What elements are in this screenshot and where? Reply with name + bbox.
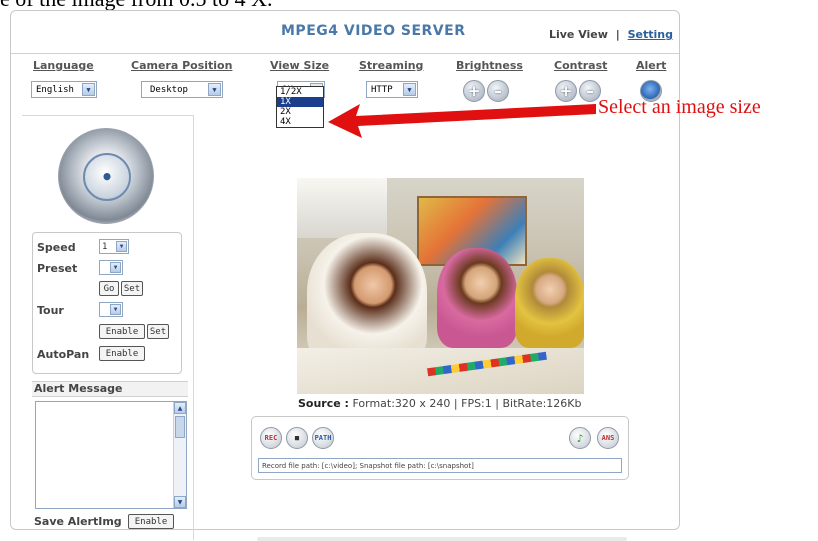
preset-go-button[interactable]: Go <box>99 281 119 296</box>
link-separator: | <box>615 28 620 41</box>
live-video-image <box>297 178 584 394</box>
video-child-right <box>515 258 584 348</box>
tour-select[interactable]: ▼ <box>99 302 123 317</box>
scroll-down-icon[interactable]: ▼ <box>174 496 186 508</box>
live-view-link[interactable]: Live View <box>549 28 608 41</box>
video-server-window: MPEG4 VIDEO SERVER Live View | Setting L… <box>10 10 680 541</box>
chevron-down-icon: ▼ <box>208 83 221 96</box>
app-title: MPEG4 VIDEO SERVER <box>281 23 466 39</box>
contrast-label: Contrast <box>554 59 608 72</box>
folder-path-icon: PATH <box>314 434 332 442</box>
audio-button[interactable]: ♪ <box>569 427 591 449</box>
save-alertimg-row: Save AlertImg <box>34 515 122 528</box>
left-control-panel: • Speed 1 ▼ Preset ▼ Go Set Tour ▼ Enabl… <box>22 115 194 540</box>
camera-position-select[interactable]: Desktop ▼ <box>141 81 223 98</box>
language-label: Language <box>33 59 94 72</box>
path-button[interactable]: PATH <box>312 427 334 449</box>
top-links: Live View | Setting <box>549 28 673 41</box>
tour-enable-button[interactable]: Enable <box>99 324 145 339</box>
language-select[interactable]: English ▼ <box>31 81 97 98</box>
record-button[interactable]: REC <box>260 427 282 449</box>
camera-position-label: Camera Position <box>131 59 233 72</box>
save-alertimg-enable-button[interactable]: Enable <box>128 514 174 529</box>
video-child-left <box>307 233 427 363</box>
ptz-center-icon[interactable]: • <box>83 153 131 201</box>
video-window-bg <box>297 178 387 238</box>
view-size-option-selected[interactable]: 1X <box>277 97 323 107</box>
tour-set-button[interactable]: Set <box>147 324 169 339</box>
stream-source-info: Source : Format:320 x 240 | FPS:1 | BitR… <box>298 397 582 410</box>
speed-label: Speed <box>37 241 76 254</box>
red-arrow-icon <box>328 104 596 138</box>
scroll-up-icon[interactable]: ▲ <box>174 402 186 414</box>
camera-position-value: Desktop <box>150 84 188 95</box>
tour-label: Tour <box>37 304 64 317</box>
annotation-text: Select an image size <box>598 96 761 118</box>
record-icon: REC <box>264 434 278 442</box>
chevron-down-icon: ▼ <box>116 241 127 252</box>
autopan-enable-button[interactable]: Enable <box>99 346 145 361</box>
source-text: Format:320 x 240 | FPS:1 | BitRate:126Kb <box>352 397 582 410</box>
record-toolbar: REC ■ PATH ♪ ANS Record file path: [c:\v… <box>251 416 629 480</box>
alert-scrollbar[interactable]: ▲ ▼ <box>173 402 186 508</box>
brightness-label: Brightness <box>456 59 523 72</box>
arrow-shape <box>328 104 596 138</box>
language-value: English <box>36 84 74 95</box>
view-size-option[interactable]: 2X <box>277 107 323 117</box>
view-size-option[interactable]: 4X <box>277 117 323 127</box>
preset-select[interactable]: ▼ <box>99 260 123 275</box>
camera-icon: ■ <box>294 434 300 442</box>
file-path-display: Record file path: [c:\video]; Snapshot f… <box>258 458 622 473</box>
view-size-dropdown-list[interactable]: 1/2X 1X 2X 4X <box>276 86 324 128</box>
speed-select[interactable]: 1 ▼ <box>99 239 129 254</box>
scroll-thumb[interactable] <box>175 416 185 438</box>
snapshot-button[interactable]: ■ <box>286 427 308 449</box>
save-alertimg-label: Save AlertImg <box>34 515 122 528</box>
video-child-middle <box>437 248 517 348</box>
speaker-icon: ♪ <box>576 431 584 445</box>
chevron-down-icon: ▼ <box>110 304 121 315</box>
view-size-option[interactable]: 1/2X <box>277 87 323 97</box>
document-caption: e of the image from 0.5 to 4 X. <box>0 0 300 10</box>
ans-button[interactable]: ANS <box>597 427 619 449</box>
alert-message-textarea[interactable]: ▲ ▼ <box>35 401 187 509</box>
bottom-strip <box>257 537 627 541</box>
ptz-joystick[interactable]: • <box>58 128 154 224</box>
preset-set-button[interactable]: Set <box>121 281 143 296</box>
autopan-label: AutoPan <box>37 348 90 361</box>
ans-icon: ANS <box>601 434 615 442</box>
ptz-settings-box: Speed 1 ▼ Preset ▼ Go Set Tour ▼ Enable … <box>32 232 182 374</box>
header-divider <box>11 53 679 54</box>
speed-value: 1 <box>102 241 108 252</box>
streaming-label: Streaming <box>359 59 424 72</box>
source-label: Source : <box>298 397 349 410</box>
alert-label: Alert <box>636 59 667 72</box>
preset-label: Preset <box>37 262 78 275</box>
view-size-label: View Size <box>270 59 330 72</box>
chevron-down-icon: ▼ <box>82 83 95 96</box>
setting-link[interactable]: Setting <box>628 28 673 41</box>
chevron-down-icon: ▼ <box>110 262 121 273</box>
alert-message-title: Alert Message <box>32 381 188 397</box>
